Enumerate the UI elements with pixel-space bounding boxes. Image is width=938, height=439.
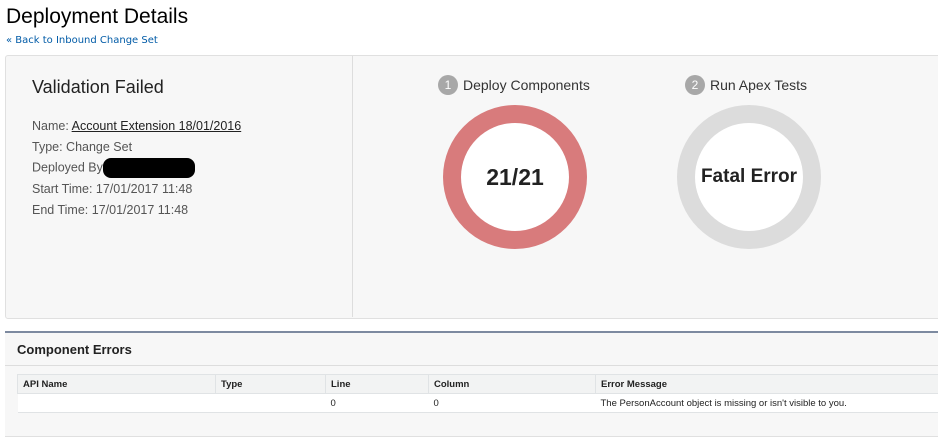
name-row: Name: Account Extension 18/01/2016: [32, 119, 241, 133]
redacted-user: [102, 158, 195, 178]
table-row: 0 0 The PersonAccount object is missing …: [17, 393, 938, 413]
step-label: Run Apex Tests: [710, 77, 808, 93]
step-label: Deploy Components: [463, 77, 590, 93]
divider: [352, 56, 353, 317]
progress-value: 21/21: [461, 123, 569, 231]
step-run-apex-tests-header: 2 Run Apex Tests: [685, 75, 807, 95]
step-number-badge: 1: [438, 75, 458, 95]
component-errors-table: API Name Type Line Column Error Message …: [17, 374, 938, 413]
type-row: Type: Change Set: [32, 140, 133, 154]
back-link[interactable]: « Back to Inbound Change Set: [6, 35, 158, 46]
line-cell: 0: [325, 393, 429, 413]
api-name-cell: [17, 393, 216, 413]
divider: [5, 365, 938, 366]
component-errors-title: Component Errors: [17, 342, 132, 357]
page-title: Deployment Details: [6, 5, 189, 28]
column-header[interactable]: Type: [215, 374, 326, 394]
progress-value: Fatal Error: [695, 123, 803, 231]
step-deploy-components-header: 1 Deploy Components: [438, 75, 590, 95]
column-cell: 0: [428, 393, 596, 413]
end-time: End Time: 17/01/2017 11:48: [32, 203, 189, 217]
table-header-row: API Name Type Line Column Error Message: [17, 374, 938, 394]
name-label: Name:: [32, 119, 69, 133]
step-number-badge: 2: [685, 75, 705, 95]
column-header[interactable]: Error Message: [595, 374, 938, 394]
column-header[interactable]: API Name: [17, 374, 216, 394]
deploy-components-progress-ring: 21/21: [443, 105, 587, 249]
deployment-status: Validation Failed: [32, 77, 164, 97]
column-header[interactable]: Line: [325, 374, 429, 394]
column-header[interactable]: Column: [428, 374, 596, 394]
error-message-cell: The PersonAccount object is missing or i…: [595, 393, 938, 413]
run-apex-tests-progress-ring: Fatal Error: [677, 105, 821, 249]
deployed-by-label: Deployed By: [32, 160, 103, 175]
type-cell: [215, 393, 326, 413]
change-set-link[interactable]: Account Extension 18/01/2016: [72, 119, 242, 133]
start-time: Start Time: 17/01/2017 11:48: [32, 182, 193, 196]
deployed-by-row: Deployed By: [32, 158, 195, 178]
